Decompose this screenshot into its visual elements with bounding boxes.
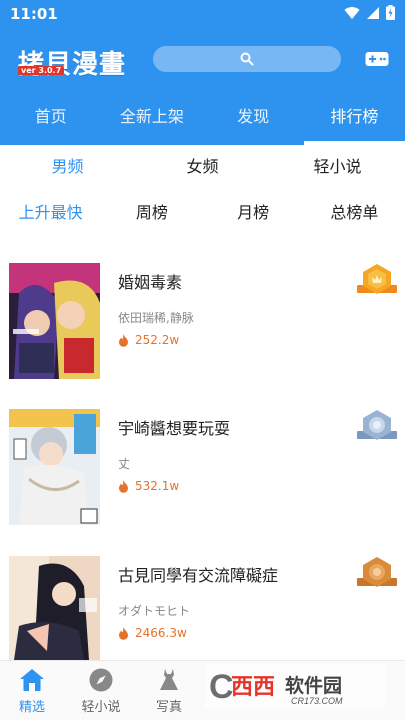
category-filter: 男频 女频 轻小说 [0, 152, 405, 182]
logo-text: 拷貝漫畫 [18, 50, 127, 80]
tab-home[interactable]: 首页 [0, 96, 101, 138]
fire-icon [119, 479, 128, 493]
app-logo: 拷貝漫畫 ver 3.0.7 [18, 44, 126, 81]
status-bar: 11:01 [0, 0, 405, 28]
list-item[interactable]: 婚姻毒素 依田瑞稀,静脉 252.2w [0, 263, 405, 381]
heat-count: 2466.3w [118, 626, 187, 640]
app-root: 11:01 拷貝漫畫 ver 3.0.7 首页 全新上架 发现 排行榜 男频 女… [0, 0, 405, 720]
heat-count: 252.2w [118, 333, 179, 347]
filter-weekly[interactable]: 周榜 [101, 198, 202, 228]
manga-title: 古見同學有交流障礙症 [118, 566, 279, 585]
bronze-medal-icon [357, 557, 397, 587]
home-icon [20, 669, 44, 691]
list-item[interactable]: 古見同學有交流障礙症 オダトモヒト 2466.3w [0, 556, 405, 674]
filter-female[interactable]: 女频 [135, 152, 270, 182]
cover-image[interactable] [9, 409, 100, 525]
manga-author: オダトモヒト [118, 604, 191, 618]
nav-light-novel[interactable]: 轻小说 [71, 661, 131, 720]
compass-icon [89, 668, 113, 692]
filter-all-time[interactable]: 总榜单 [304, 198, 405, 228]
watermark-logo: C 西西 软件园 CR173.COM [205, 664, 385, 708]
tab-new-arrivals[interactable]: 全新上架 [101, 96, 202, 138]
manga-title: 婚姻毒素 [118, 273, 183, 292]
nav-photos[interactable]: 写真 [139, 661, 199, 720]
heat-count: 532.1w [118, 479, 179, 493]
list-item[interactable]: 宇崎醬想要玩耍 丈 532.1w [0, 409, 405, 527]
heat-value: 2466.3w [135, 626, 187, 640]
fire-icon [119, 333, 128, 347]
period-filter: 上升最快 周榜 月榜 总榜单 [0, 198, 405, 228]
cover-image[interactable] [9, 556, 100, 672]
tab-rankings[interactable]: 排行榜 [303, 96, 405, 145]
silver-medal-icon [357, 410, 397, 440]
nav-featured[interactable]: 精选 [2, 661, 62, 720]
status-icons [344, 5, 395, 20]
main-tabs: 首页 全新上架 发现 排行榜 [0, 96, 405, 145]
svg-text:西西: 西西 [231, 675, 275, 700]
search-icon [240, 52, 254, 66]
heat-value: 532.1w [135, 479, 180, 493]
svg-text:软件园: 软件园 [285, 674, 342, 697]
fire-icon [119, 626, 128, 640]
header-bar: 11:01 拷貝漫畫 ver 3.0.7 首页 全新上架 发现 排行榜 [0, 0, 405, 145]
version-badge: ver 3.0.7 [18, 66, 65, 75]
wifi-icon [344, 6, 360, 19]
manga-author: 依田瑞稀,静脉 [118, 311, 194, 325]
svg-text:C: C [209, 668, 234, 706]
nav-label: 精选 [18, 700, 45, 715]
filter-monthly[interactable]: 月榜 [203, 198, 304, 228]
gold-medal-icon [357, 264, 397, 294]
status-time: 11:01 [10, 5, 58, 23]
filter-male[interactable]: 男频 [0, 152, 135, 182]
manga-author: 丈 [118, 457, 131, 471]
gamepad-icon[interactable] [365, 50, 389, 68]
heat-value: 252.2w [135, 333, 180, 347]
dress-icon [160, 669, 178, 690]
filter-rising[interactable]: 上升最快 [0, 198, 101, 228]
filter-light-novel[interactable]: 轻小说 [270, 152, 405, 182]
cover-image[interactable] [9, 263, 100, 379]
svg-text:CR173.COM: CR173.COM [291, 696, 343, 706]
signal-icon [367, 6, 379, 19]
search-bar[interactable] [153, 46, 341, 72]
nav-label: 写真 [155, 700, 182, 715]
battery-icon [386, 5, 395, 20]
nav-label: 轻小说 [81, 700, 121, 715]
tab-discover[interactable]: 发现 [203, 96, 304, 138]
manga-title: 宇崎醬想要玩耍 [118, 419, 231, 438]
